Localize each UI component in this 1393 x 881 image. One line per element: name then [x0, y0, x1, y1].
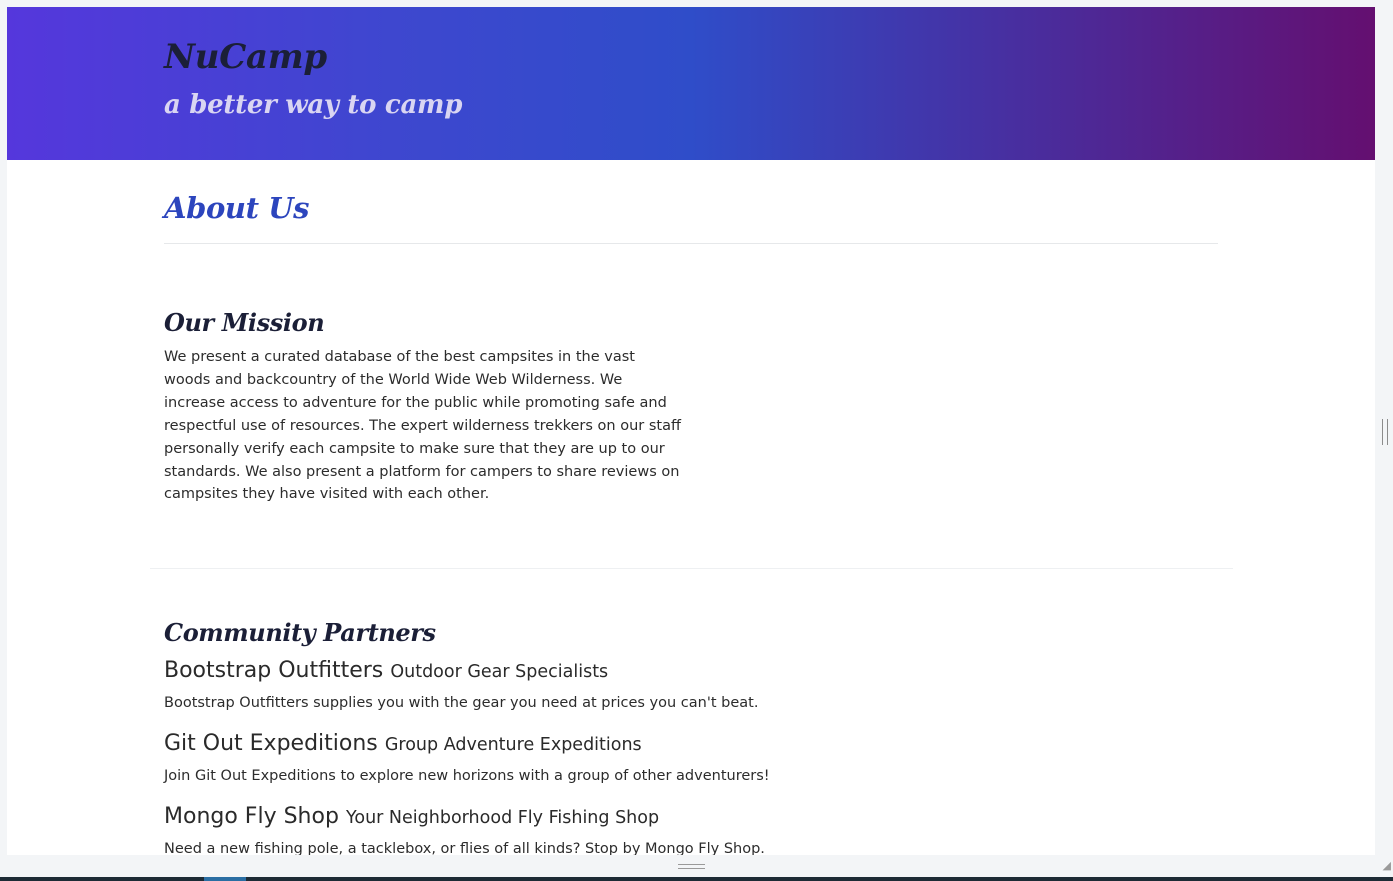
brand-tagline: a better way to camp — [164, 90, 463, 120]
partner-heading: Mongo Fly Shop Your Neighborhood Fly Fis… — [164, 803, 1064, 832]
partner-tagline: Your Neighborhood Fly Fishing Shop — [346, 808, 660, 828]
partner-heading: Bootstrap Outfitters Outdoor Gear Specia… — [164, 657, 1064, 686]
page-title: About Us — [164, 191, 310, 225]
partner-name: Bootstrap Outfitters — [164, 658, 384, 683]
jumbotron-header: NuCamp a better way to camp — [7, 7, 1375, 160]
partner-item: Mongo Fly Shop Your Neighborhood Fly Fis… — [164, 803, 1064, 855]
bottom-resize-bar: ◢ — [0, 855, 1393, 877]
partner-description: Need a new fishing pole, a tacklebox, or… — [164, 841, 765, 855]
partner-description: Join Git Out Expeditions to explore new … — [164, 768, 770, 784]
page-frame: NuCamp a better way to camp About Us Our… — [7, 7, 1375, 855]
mission-text: We present a curated database of the bes… — [164, 349, 681, 503]
side-panel-resize-grip[interactable] — [1382, 419, 1388, 445]
taskbar-active-item[interactable] — [204, 877, 246, 881]
resize-corner-icon[interactable]: ◢ — [1379, 860, 1391, 872]
brand-title: NuCamp — [164, 37, 327, 77]
partner-tagline: Outdoor Gear Specialists — [390, 662, 609, 682]
partner-tagline: Group Adventure Expeditions — [384, 735, 642, 755]
partner-name: Git Out Expeditions — [164, 731, 378, 756]
section-divider — [150, 568, 1233, 569]
heading-divider — [164, 243, 1218, 244]
partner-name: Mongo Fly Shop — [164, 804, 339, 829]
partners-title: Community Partners — [164, 618, 436, 647]
partner-heading: Git Out Expeditions Group Adventure Expe… — [164, 730, 1064, 759]
drag-handle-icon[interactable] — [678, 864, 705, 869]
taskbar-strip — [0, 877, 1393, 881]
partner-description: Bootstrap Outfitters supplies you with t… — [164, 695, 759, 711]
partner-item: Git Out Expeditions Group Adventure Expe… — [164, 730, 1064, 784]
partner-item: Bootstrap Outfitters Outdoor Gear Specia… — [164, 657, 1064, 711]
mission-title: Our Mission — [164, 308, 325, 337]
